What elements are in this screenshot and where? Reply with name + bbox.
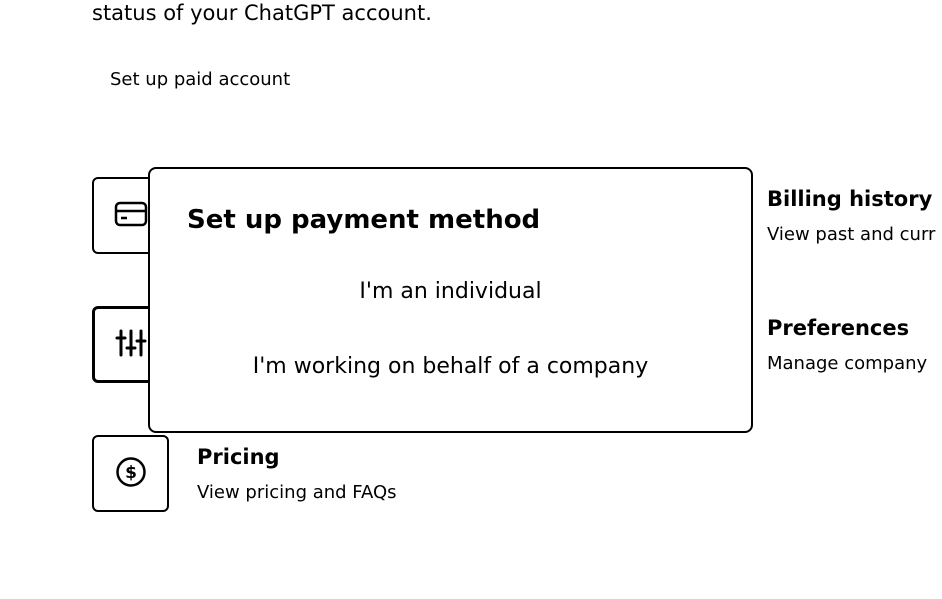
preferences-title[interactable]: Preferences — [767, 314, 909, 342]
company-option-button[interactable]: I'm working on behalf of a company — [150, 352, 751, 382]
setup-paid-account-link[interactable]: Set up paid account — [110, 67, 290, 93]
billing-history-title[interactable]: Billing history — [767, 185, 932, 213]
dialog-title: Set up payment method — [187, 205, 541, 235]
dollar-circle-icon: $ — [115, 456, 147, 492]
payment-method-dialog: Set up payment method I'm an individual … — [148, 167, 753, 433]
svg-text:$: $ — [125, 463, 137, 483]
pricing-description: View pricing and FAQs — [197, 482, 397, 503]
credit-card-icon — [114, 201, 148, 231]
preferences-description: Manage company — [767, 353, 928, 374]
pricing-card[interactable]: $ — [92, 435, 169, 512]
individual-option-button[interactable]: I'm an individual — [150, 277, 751, 307]
intro-text: status of your ChatGPT account. — [92, 1, 432, 25]
pricing-title[interactable]: Pricing — [197, 443, 280, 471]
sliders-icon — [114, 328, 148, 362]
billing-history-description: View past and curr — [767, 224, 936, 245]
